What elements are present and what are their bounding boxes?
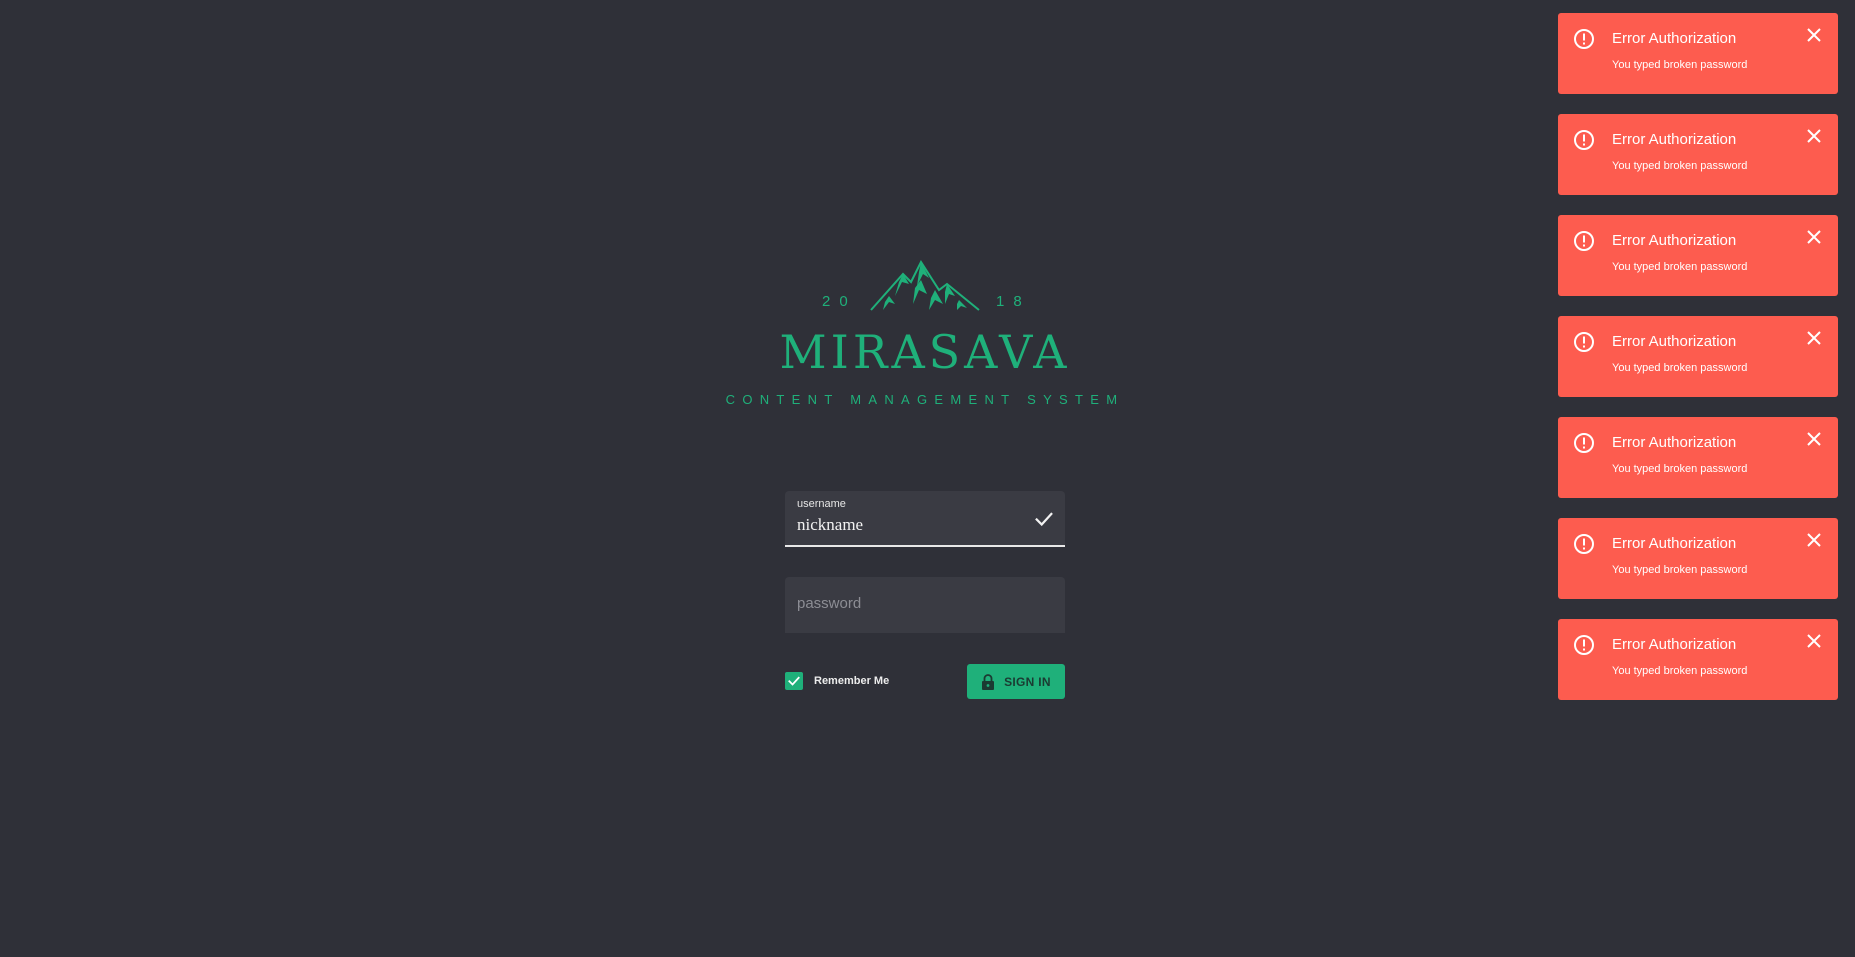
password-input[interactable] bbox=[797, 595, 1047, 612]
alert-circle-icon bbox=[1574, 534, 1594, 554]
alert-circle-icon bbox=[1574, 29, 1594, 49]
password-field[interactable] bbox=[785, 577, 1065, 633]
toast-title: Error Authorization bbox=[1612, 535, 1737, 552]
brand-year-right: 18 bbox=[996, 293, 1031, 310]
close-icon[interactable] bbox=[1804, 328, 1824, 348]
brand-emblem: 20 18 bbox=[725, 258, 1125, 316]
username-label: username bbox=[797, 498, 846, 510]
toast-message: You typed broken password bbox=[1612, 665, 1748, 677]
toast-title: Error Authorization bbox=[1612, 333, 1737, 350]
brand-name: MIRASAVA bbox=[779, 325, 1071, 379]
brand-logo: 20 18 MIRASAVA CONTENT MANAGEMENT SYSTEM bbox=[725, 258, 1125, 407]
close-icon[interactable] bbox=[1804, 25, 1824, 45]
lock-icon bbox=[982, 673, 995, 690]
error-toast: Error Authorization You typed broken pas… bbox=[1558, 619, 1838, 700]
toast-title: Error Authorization bbox=[1612, 30, 1737, 47]
error-toast: Error Authorization You typed broken pas… bbox=[1558, 417, 1838, 498]
toast-title: Error Authorization bbox=[1612, 131, 1737, 148]
close-icon[interactable] bbox=[1804, 126, 1824, 146]
remember-me-label: Remember Me bbox=[814, 675, 890, 687]
toast-title: Error Authorization bbox=[1612, 434, 1737, 451]
remember-me-checkbox[interactable] bbox=[785, 672, 803, 690]
mountain-icon bbox=[870, 260, 980, 311]
checkbox-check-icon bbox=[788, 676, 800, 686]
close-icon[interactable] bbox=[1804, 530, 1824, 550]
close-icon[interactable] bbox=[1804, 631, 1824, 651]
notification-stack: Error Authorization You typed broken pas… bbox=[1558, 13, 1838, 720]
sign-in-button[interactable]: SIGN IN bbox=[967, 664, 1065, 699]
close-icon[interactable] bbox=[1804, 227, 1824, 247]
toast-message: You typed broken password bbox=[1612, 160, 1748, 172]
alert-circle-icon bbox=[1574, 635, 1594, 655]
login-page: 20 18 MIRASAVA CONTENT MANAGEMENT SYSTEM bbox=[0, 0, 1855, 957]
check-icon bbox=[1035, 512, 1053, 527]
alert-circle-icon bbox=[1574, 332, 1594, 352]
sign-in-label: SIGN IN bbox=[1004, 674, 1051, 689]
toast-message: You typed broken password bbox=[1612, 564, 1748, 576]
toast-message: You typed broken password bbox=[1612, 59, 1748, 71]
toast-message: You typed broken password bbox=[1612, 362, 1748, 374]
toast-message: You typed broken password bbox=[1612, 463, 1748, 475]
close-icon[interactable] bbox=[1804, 429, 1824, 449]
alert-circle-icon bbox=[1574, 231, 1594, 251]
error-toast: Error Authorization You typed broken pas… bbox=[1558, 316, 1838, 397]
brand-tagline: CONTENT MANAGEMENT SYSTEM bbox=[725, 392, 1125, 407]
error-toast: Error Authorization You typed broken pas… bbox=[1558, 518, 1838, 599]
error-toast: Error Authorization You typed broken pas… bbox=[1558, 13, 1838, 94]
toast-message: You typed broken password bbox=[1612, 261, 1748, 273]
error-toast: Error Authorization You typed broken pas… bbox=[1558, 114, 1838, 195]
username-field[interactable]: username bbox=[785, 491, 1065, 547]
remember-me[interactable]: Remember Me bbox=[785, 672, 889, 690]
toast-title: Error Authorization bbox=[1612, 636, 1737, 653]
alert-circle-icon bbox=[1574, 433, 1594, 453]
toast-title: Error Authorization bbox=[1612, 232, 1737, 249]
error-toast: Error Authorization You typed broken pas… bbox=[1558, 215, 1838, 296]
brand-year-left: 20 bbox=[822, 293, 857, 310]
username-input[interactable] bbox=[797, 515, 1017, 535]
alert-circle-icon bbox=[1574, 130, 1594, 150]
